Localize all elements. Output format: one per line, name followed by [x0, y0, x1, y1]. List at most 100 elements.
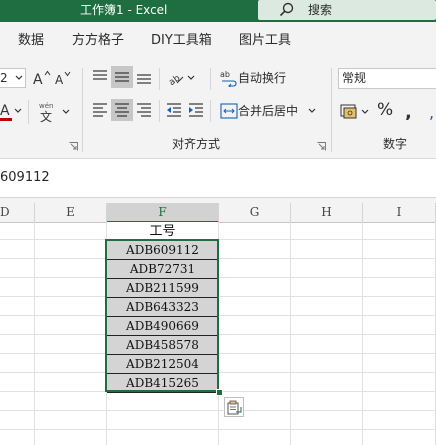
grid-line: [0, 315, 436, 316]
worksheet-grid[interactable]: [0, 222, 436, 445]
cell-f-header[interactable]: 工号: [107, 222, 218, 241]
align-right-icon[interactable]: [136, 102, 152, 118]
align-middle-button[interactable]: [111, 66, 133, 88]
wrap-text-button[interactable]: ab 自动换行: [218, 68, 290, 88]
table-cell[interactable]: ADB643323: [107, 298, 218, 317]
font-dialog-launcher-icon[interactable]: [69, 142, 78, 151]
svg-text:A: A: [33, 72, 43, 88]
grid-line: [0, 429, 436, 430]
increase-font-icon[interactable]: A: [32, 68, 52, 88]
grid-line: [0, 239, 436, 240]
chevron-down-icon: [14, 108, 22, 113]
tab-picture-tools[interactable]: 图片工具: [239, 32, 291, 49]
align-middle-icon: [115, 72, 129, 82]
alignment-group-label: 对齐方式: [172, 137, 221, 151]
wrap-text-icon: ab: [220, 70, 237, 87]
table-cell[interactable]: ADB211599: [107, 279, 218, 298]
column-header-g[interactable]: G: [219, 203, 291, 222]
align-top-icon[interactable]: [92, 69, 108, 85]
phonetic-guide-icon: wén 文: [39, 102, 53, 124]
svg-text:A: A: [55, 73, 64, 87]
chevron-down-icon: [308, 108, 316, 113]
grid-line: [0, 372, 436, 373]
formula-bar-value[interactable]: 609112: [0, 169, 50, 186]
number-format-value: 常规: [342, 71, 367, 85]
tab-fangfanggezi[interactable]: 方方格子: [72, 32, 124, 49]
title-bar: 工作簿1 - Excel 搜索: [0, 0, 436, 22]
tab-diy-toolbox[interactable]: DIY工具箱: [151, 32, 212, 49]
divider: [210, 100, 211, 122]
table-cell[interactable]: ADB72731: [107, 260, 218, 279]
fill-handle[interactable]: [216, 389, 223, 396]
table-cell[interactable]: ADB609112: [107, 241, 218, 260]
grid-line: [0, 277, 436, 278]
text-orientation-icon: ab: [167, 73, 184, 87]
accounting-format-button[interactable]: [340, 101, 372, 121]
font-size-box[interactable]: 2: [0, 68, 26, 88]
percent-style-button[interactable]: %: [377, 100, 393, 120]
align-bottom-icon[interactable]: [136, 69, 152, 85]
grid-line: [0, 258, 436, 259]
window-title: 工作簿1 - Excel: [80, 3, 168, 17]
column-header-i[interactable]: I: [363, 203, 436, 222]
search-icon: [279, 2, 294, 17]
svg-text:wén: wén: [39, 102, 53, 110]
align-center-button[interactable]: [111, 99, 133, 121]
chevron-down-icon: [62, 109, 70, 114]
table-cell[interactable]: ADB212504: [107, 355, 218, 374]
accounting-format-icon: [340, 104, 357, 119]
quick-analysis-icon: [227, 400, 242, 415]
increase-decimal-icon[interactable]: ,: [428, 102, 436, 120]
group-divider: [331, 68, 332, 152]
chevron-down-icon: [15, 75, 23, 80]
column-header-e[interactable]: E: [35, 203, 107, 222]
ribbon: 2 A A A wén 文 ab ab 自动换行 合并后居中 对齐方式 常规 %…: [0, 60, 436, 159]
divider: [159, 68, 160, 90]
svg-text:A: A: [0, 103, 10, 119]
divider: [210, 68, 211, 90]
chevron-down-icon: [187, 75, 195, 80]
wrap-text-label: 自动换行: [238, 71, 287, 85]
column-headers: D E F G H I: [0, 203, 436, 223]
grid-line: [0, 410, 436, 411]
svg-text:ab: ab: [220, 70, 230, 79]
svg-text:,: ,: [405, 102, 412, 120]
grid-line: [0, 296, 436, 297]
table-cell[interactable]: ADB458578: [107, 336, 218, 355]
decrease-font-icon[interactable]: A: [54, 68, 74, 88]
divider: [28, 100, 29, 124]
formula-bar[interactable]: 609112: [0, 159, 436, 198]
grid-line: [0, 334, 436, 335]
font-size-value: 2: [0, 71, 8, 85]
merge-center-icon: [220, 103, 238, 119]
align-center-icon: [115, 103, 129, 117]
merge-center-label: 合并后居中: [238, 104, 299, 118]
font-color-icon: A: [0, 103, 12, 121]
ribbon-tabs: 数据 方方格子 DIY工具箱 图片工具: [0, 22, 436, 60]
number-group-label: 数字: [383, 137, 408, 151]
quick-analysis-button[interactable]: [224, 397, 244, 417]
column-header-f[interactable]: F: [107, 203, 219, 223]
divider: [159, 100, 160, 122]
table-cell[interactable]: ADB490669: [107, 317, 218, 336]
comma-style-icon[interactable]: ,: [403, 102, 417, 120]
alignment-dialog-launcher-icon[interactable]: [317, 142, 326, 151]
svg-text:,: ,: [429, 103, 434, 120]
phonetic-button[interactable]: wén 文: [36, 100, 72, 124]
number-format-dropdown[interactable]: 常规: [338, 68, 436, 89]
orientation-button[interactable]: ab: [165, 66, 197, 88]
table-cell[interactable]: ADB415265: [107, 374, 218, 393]
column-header-d[interactable]: D: [0, 203, 35, 222]
decrease-indent-icon[interactable]: [166, 102, 182, 118]
merge-center-button[interactable]: 合并后居中: [218, 101, 322, 121]
chevron-down-icon: [361, 109, 369, 114]
font-color-button[interactable]: A: [0, 100, 26, 124]
search-label: 搜索: [308, 3, 333, 17]
tab-data[interactable]: 数据: [18, 32, 44, 49]
align-left-icon[interactable]: [92, 102, 108, 118]
column-header-h[interactable]: H: [291, 203, 363, 222]
increase-indent-icon[interactable]: [188, 102, 204, 118]
search-box[interactable]: 搜索: [258, 0, 436, 20]
grid-line: [0, 353, 436, 354]
svg-text:文: 文: [40, 109, 52, 124]
